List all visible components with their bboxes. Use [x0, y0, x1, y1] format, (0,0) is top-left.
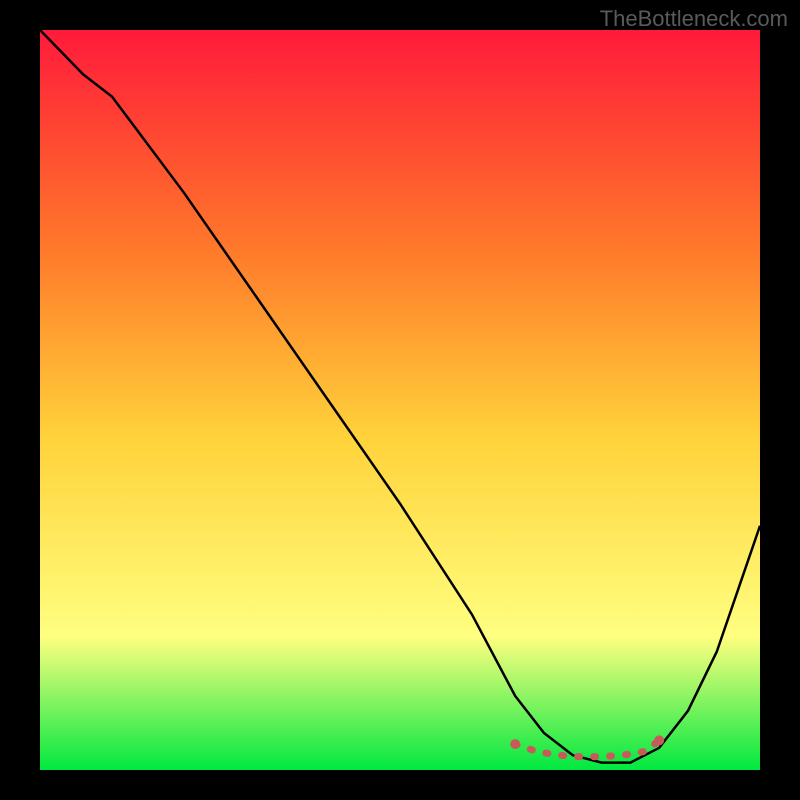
optimal-range-endpoint — [654, 735, 664, 745]
chart-svg — [40, 30, 760, 770]
watermark-text: TheBottleneck.com — [600, 6, 788, 32]
optimal-range-endpoint — [510, 739, 520, 749]
chart-container — [40, 30, 760, 770]
gradient-background — [40, 30, 760, 770]
